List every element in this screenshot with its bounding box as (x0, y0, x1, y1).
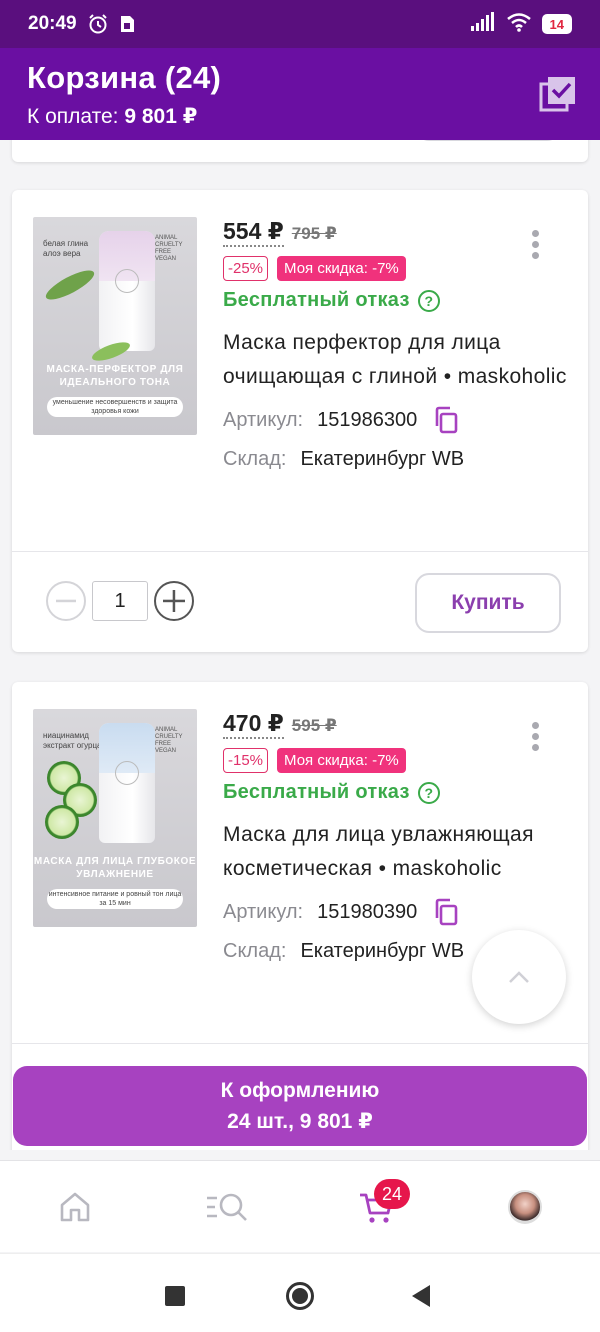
battery-icon: 14 (541, 14, 572, 34)
old-price: 595 ₽ (291, 716, 337, 735)
more-menu-icon[interactable] (532, 722, 540, 751)
stock-value: Екатеринбург WB (300, 940, 465, 962)
old-price: 795 ₽ (291, 224, 337, 243)
more-menu-icon[interactable] (532, 230, 540, 259)
checkout-button[interactable]: К оформлению 24 шт., 9 801 ₽ (13, 1066, 587, 1146)
checkout-label: К оформлению (220, 1079, 380, 1102)
nav-catalog[interactable] (204, 1187, 250, 1227)
copy-icon[interactable] (433, 898, 459, 926)
back-icon[interactable] (412, 1285, 430, 1307)
product-image[interactable]: белая глина алоэ вера ANIMAL CRUELTY FRE… (33, 217, 197, 435)
checkout-summary: 24 шт., 9 801 ₽ (227, 1110, 373, 1133)
product-name[interactable]: Маска для лица увлажняющая косметическая… (223, 818, 568, 886)
divider (12, 1043, 588, 1044)
current-price[interactable]: 470 ₽ (223, 709, 284, 739)
article-row: Артикул: 151986300 (223, 406, 568, 434)
quantity-input[interactable]: 1 (92, 581, 148, 621)
bottom-nav: 24 (0, 1160, 600, 1252)
profile-avatar (508, 1190, 542, 1224)
discount-badge: -15% (223, 748, 269, 773)
select-all-button[interactable] (538, 74, 578, 114)
free-return-label: Бесплатный отказ (223, 781, 410, 803)
checkbox-stack-icon (539, 77, 575, 112)
divider (12, 551, 588, 552)
status-time: 20:49 (28, 13, 77, 34)
app-header: Корзина (24) К оплате: 9 801 ₽ (0, 48, 600, 140)
product-name[interactable]: Маска перфектор для лица очищающая с гли… (223, 326, 568, 394)
stock-row: Склад: Екатеринбург WB (223, 448, 465, 470)
product-image[interactable]: ниацинамид экстракт огурца ANIMAL CRUELT… (33, 709, 197, 927)
home-icon (60, 1192, 90, 1222)
scroll-to-top-button[interactable] (472, 930, 566, 1024)
free-return-label: Бесплатный отказ (223, 289, 410, 311)
total-value: 9 801 ₽ (124, 105, 198, 128)
question-icon[interactable]: ? (417, 781, 440, 804)
recents-icon[interactable] (165, 1286, 185, 1306)
my-discount-badge: Моя скидка: -7% (277, 256, 406, 281)
article-number: 151980390 (317, 900, 418, 923)
decrease-button[interactable] (46, 581, 86, 621)
cart-list[interactable]: белая глина алоэ вера ANIMAL CRUELTY FRE… (0, 140, 600, 1150)
nav-profile[interactable] (505, 1187, 545, 1227)
cart-count-badge: 24 (374, 1179, 410, 1209)
system-nav-bar (0, 1253, 600, 1332)
plus-icon (163, 590, 185, 612)
page-title: Корзина (24) (27, 60, 222, 95)
signal-icon (470, 11, 496, 37)
increase-button[interactable] (154, 581, 194, 621)
discount-badge: -25% (223, 256, 269, 281)
home-circle-icon[interactable] (286, 1282, 314, 1310)
article-number: 151986300 (317, 408, 418, 431)
cart-item: белая глина алоэ вера ANIMAL CRUELTY FRE… (12, 190, 588, 652)
status-bar: 20:49 14 (0, 0, 600, 48)
total-label: К оплате: (27, 105, 119, 128)
buy-button[interactable]: Купить (415, 573, 561, 633)
total-to-pay: К оплате: 9 801 ₽ (27, 104, 573, 129)
nav-home[interactable] (55, 1187, 95, 1227)
minus-icon (56, 599, 76, 603)
current-price[interactable]: 554 ₽ (223, 217, 284, 247)
my-discount-badge: Моя скидка: -7% (277, 748, 406, 773)
article-row: Артикул: 151980390 (223, 898, 568, 926)
chevron-up-icon (509, 971, 529, 983)
wifi-icon (506, 12, 532, 37)
buy-button-fragment[interactable] (415, 140, 561, 141)
question-icon[interactable]: ? (417, 289, 440, 312)
stock-value: Екатеринбург WB (300, 448, 465, 470)
cart-item-partial (12, 140, 588, 162)
catalog-search-icon (207, 1193, 247, 1221)
alarm-icon (87, 13, 109, 35)
copy-icon[interactable] (433, 406, 459, 434)
sim-icon (119, 14, 135, 34)
quantity-stepper: 1 (46, 581, 194, 621)
